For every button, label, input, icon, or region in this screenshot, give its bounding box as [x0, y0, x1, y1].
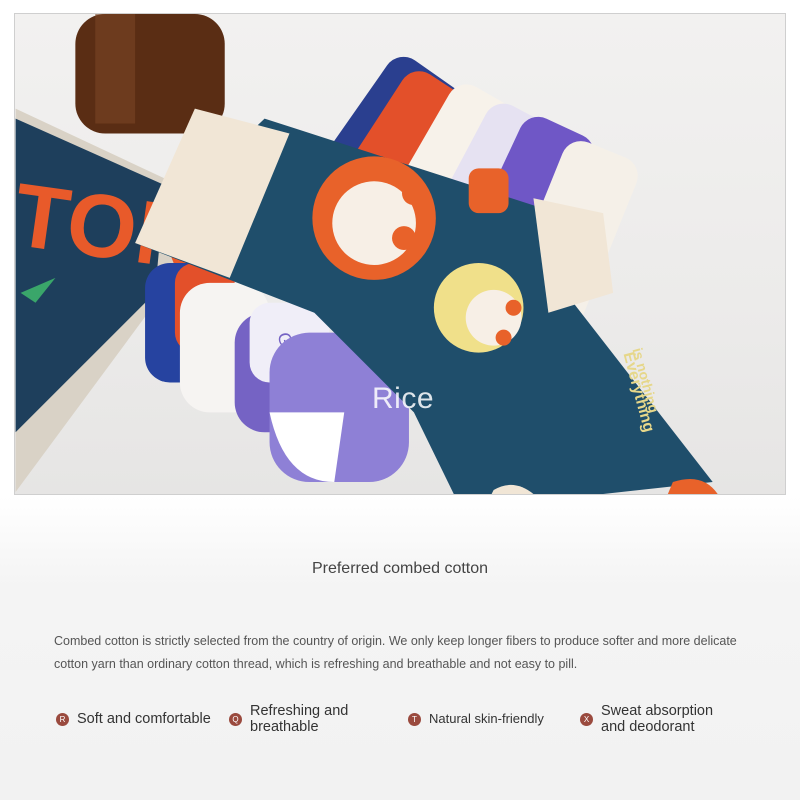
section-description: Combed cotton is strictly selected from …	[54, 634, 737, 671]
feature-label: Sweat absorption and deodorant	[601, 703, 714, 735]
skin-friendly-icon: T	[408, 712, 421, 726]
feature-label: Refreshing and breathable	[250, 703, 349, 735]
breathable-icon: Q	[229, 712, 242, 726]
watermark: Rice	[372, 382, 435, 415]
soft-icon: R	[56, 712, 69, 726]
socks-illustration: TON Good	[15, 14, 718, 494]
feature-soft: R Soft and comfortable	[56, 711, 211, 727]
sweat-icon: X	[580, 712, 593, 726]
feature-breathable: Q Refreshing and breathable	[229, 703, 360, 735]
feature-label: Natural skin-friendly	[429, 711, 544, 726]
feature-skin-friendly: T Natural skin-friendly	[408, 711, 544, 727]
product-photo: TON Good	[14, 13, 786, 495]
feature-label: Soft and comfortable	[77, 711, 211, 727]
feature-sweat: X Sweat absorption and deodorant	[580, 703, 726, 735]
section-heading: Preferred combed cotton	[311, 560, 489, 577]
